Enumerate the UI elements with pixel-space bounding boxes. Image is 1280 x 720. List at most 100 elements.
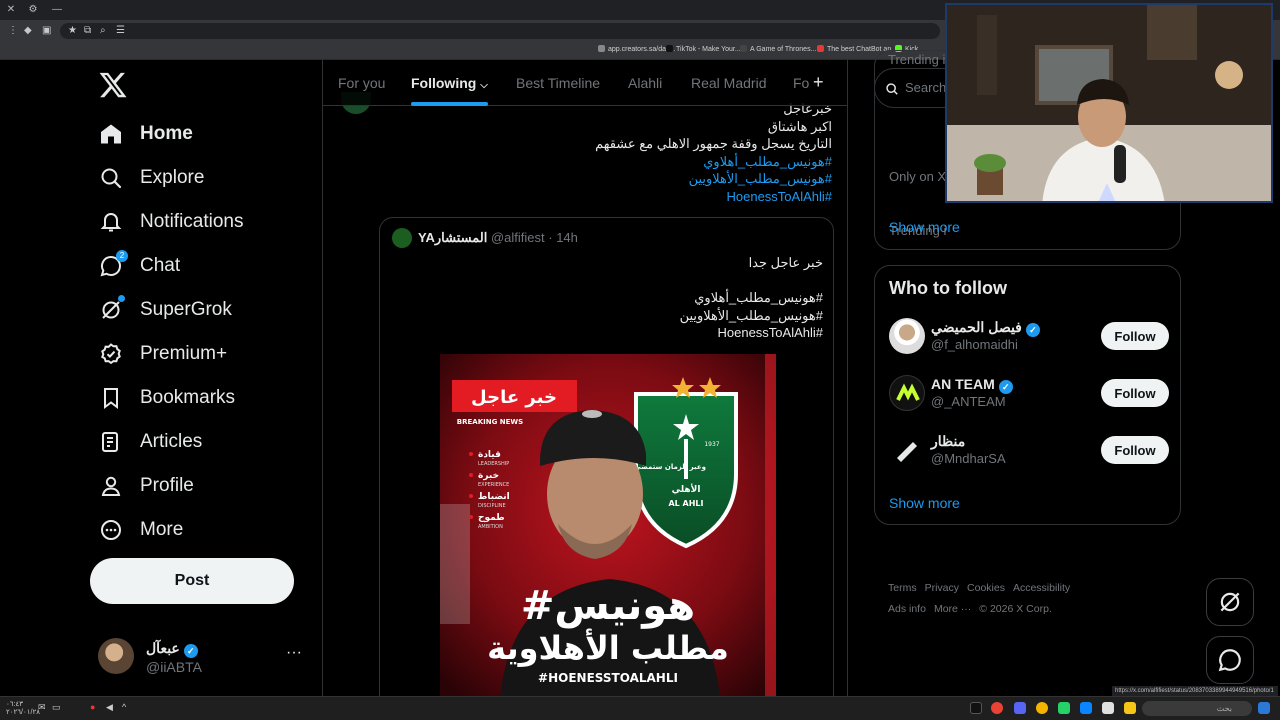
minimize-icon[interactable]: — bbox=[50, 3, 64, 17]
quote-author-handle[interactable]: @alfifiest bbox=[491, 230, 545, 245]
anteam-logo-icon bbox=[896, 383, 920, 401]
app-icon[interactable] bbox=[1080, 702, 1092, 714]
footer-link[interactable]: Ads info bbox=[888, 603, 926, 615]
account-more-icon[interactable]: ··· bbox=[286, 644, 302, 662]
microphone-icon[interactable]: ● bbox=[90, 703, 95, 712]
account-switcher[interactable]: عبعآل ✓ @iiABTA ··· bbox=[98, 638, 310, 678]
hashtag-link[interactable]: #HoenessToAlAhli bbox=[595, 188, 832, 206]
bookmark-label: TikTok - Make Your... bbox=[676, 46, 741, 53]
nav-articles[interactable]: Articles bbox=[98, 426, 202, 458]
x-logo-icon[interactable] bbox=[98, 70, 128, 100]
follow-button[interactable]: Follow bbox=[1101, 436, 1169, 464]
follow-button[interactable]: Follow bbox=[1101, 322, 1169, 350]
chevron-up-icon[interactable]: ^ bbox=[122, 703, 126, 712]
active-tab-indicator bbox=[411, 102, 488, 106]
quality-ar: قيادة bbox=[478, 450, 501, 460]
quote-text: خبر عاجل جدا #هونيس_مطلب_أهلاوي #هونيس_م… bbox=[680, 254, 823, 342]
nav-chat[interactable]: 2 Chat bbox=[98, 250, 180, 282]
file-explorer-icon[interactable] bbox=[1124, 702, 1136, 714]
home-icon bbox=[98, 121, 124, 147]
notification-icon[interactable]: ✉ bbox=[38, 703, 46, 712]
windows-start-icon[interactable] bbox=[1258, 702, 1270, 714]
add-tab-icon[interactable]: + bbox=[813, 72, 824, 93]
tab-alahli[interactable]: Alahli bbox=[628, 60, 662, 106]
suggestion-name: فيصل الحميضي ✓ bbox=[931, 319, 1040, 337]
nav-label: Premium+ bbox=[140, 343, 228, 364]
footer-link[interactable]: Terms bbox=[888, 582, 917, 594]
nav-home[interactable]: Home bbox=[98, 118, 193, 150]
taskbar-search-input[interactable]: بحث bbox=[1142, 701, 1252, 716]
whatsapp-app-icon[interactable] bbox=[1058, 702, 1070, 714]
chat-icon bbox=[1218, 649, 1241, 672]
follow-suggestion[interactable]: فيصل الحميضي ✓ @f_alhomaidhi Follow bbox=[889, 315, 1169, 359]
grok-fab-button[interactable] bbox=[1206, 578, 1254, 626]
quoted-tweet[interactable]: YAالمستشار @alfifiest · 14h خبر عاجل جدا… bbox=[379, 217, 834, 696]
close-window-icon[interactable]: ✕ bbox=[4, 3, 18, 17]
tiktok-app-icon[interactable] bbox=[970, 702, 982, 714]
quality-en: LEADERSHIP bbox=[478, 461, 509, 467]
verified-badge-icon: ✓ bbox=[998, 380, 1013, 394]
menu-icon[interactable]: ⋮ bbox=[8, 24, 18, 38]
poster-hashtag: #HOENESSTOALAHLI bbox=[538, 671, 678, 685]
quote-time[interactable]: · 14h bbox=[548, 230, 578, 245]
footer-link[interactable]: Privacy bbox=[925, 582, 959, 594]
tab-real-madrid[interactable]: Real Madrid bbox=[691, 60, 766, 106]
extension-icon-2[interactable]: ▣ bbox=[42, 24, 51, 38]
nav-profile[interactable]: Profile bbox=[98, 470, 194, 502]
bookmark-icon bbox=[98, 385, 124, 411]
star-icon[interactable]: ★ bbox=[68, 24, 77, 38]
tab-best-timeline[interactable]: Best Timeline bbox=[516, 60, 600, 106]
hashtag-link[interactable]: #هونيس_مطلب_الأهلاويين bbox=[595, 170, 832, 188]
settings-icon[interactable]: ⚙ bbox=[26, 3, 40, 17]
tab-for-you[interactable]: For you bbox=[338, 60, 385, 106]
follow-suggestion[interactable]: AN TEAM ✓ @_ANTEAM Follow bbox=[889, 372, 1169, 416]
clock-time[interactable]: ٠٦:٤٣ bbox=[6, 701, 23, 709]
bookmark-item[interactable]: TikTok - Make Your... bbox=[666, 45, 741, 53]
nav-label: Articles bbox=[140, 431, 203, 452]
avatar bbox=[889, 375, 925, 411]
app-icon[interactable] bbox=[1102, 702, 1114, 714]
nav-premium[interactable]: Premium+ bbox=[98, 338, 227, 370]
nav-bookmarks[interactable]: Bookmarks bbox=[98, 382, 235, 414]
trending-item[interactable]: Trending i bbox=[888, 52, 945, 67]
discord-app-icon[interactable] bbox=[1014, 702, 1026, 714]
show-more-link[interactable]: Show more bbox=[889, 495, 960, 511]
bookmark-item[interactable]: app.creators.sa/das... bbox=[598, 45, 675, 53]
grok-icon bbox=[98, 295, 125, 323]
bookmark-item[interactable]: A Game of Thrones... bbox=[740, 45, 816, 53]
follow-button[interactable]: Follow bbox=[1101, 379, 1169, 407]
clock-date[interactable]: ٢٠٢٦/٠١/٢٨ bbox=[6, 709, 40, 717]
volume-icon[interactable]: ◀ bbox=[106, 703, 113, 712]
quote-author-name[interactable]: YAالمستشار bbox=[418, 230, 487, 245]
browser-app-icon[interactable] bbox=[1036, 702, 1048, 714]
tab-overflow[interactable]: Fo bbox=[793, 60, 809, 106]
suggestion-handle: @MndharSA bbox=[931, 451, 1006, 466]
follow-suggestion[interactable]: منظار @MndharSA Follow bbox=[889, 429, 1169, 473]
person-icon bbox=[98, 473, 124, 499]
display-icon[interactable]: ▭ bbox=[52, 703, 61, 712]
nav-notifications[interactable]: Notifications bbox=[98, 206, 244, 238]
reader-icon[interactable]: ☰ bbox=[116, 24, 125, 38]
webcam-feed bbox=[947, 5, 1271, 201]
nav-more[interactable]: More bbox=[98, 514, 183, 546]
only-on-x-label: Only on X bbox=[889, 169, 947, 184]
messages-fab-button[interactable] bbox=[1206, 636, 1254, 684]
chrome-app-icon[interactable] bbox=[991, 702, 1003, 714]
extension-icon[interactable]: ◆ bbox=[24, 24, 32, 38]
hashtag-link[interactable]: #هونيس_مطلب_أهلاوي bbox=[595, 153, 832, 171]
nav-explore[interactable]: Explore bbox=[98, 162, 204, 194]
show-more-link[interactable]: Show more bbox=[889, 219, 960, 235]
quality-en: DISCIPLINE bbox=[478, 503, 506, 509]
crest-club-en: AL AHLI bbox=[668, 499, 703, 508]
tab-following[interactable]: Following ⌵ bbox=[411, 60, 488, 106]
zoom-icon[interactable]: ⌕ bbox=[100, 24, 106, 38]
quote-line: #HoenessToAlAhli bbox=[717, 325, 823, 340]
share-icon[interactable]: ⧉ bbox=[84, 24, 91, 38]
footer-link[interactable]: Cookies bbox=[967, 582, 1005, 594]
tweet-image[interactable]: الأهلي AL AHLI 1937 وعبر الزمان ستمضي خب… bbox=[440, 354, 776, 696]
post-button[interactable]: Post bbox=[90, 558, 294, 604]
footer-link[interactable]: Accessibility bbox=[1013, 582, 1070, 594]
footer-link[interactable]: More ··· bbox=[934, 603, 971, 615]
url-field[interactable] bbox=[60, 23, 940, 39]
nav-supergrok[interactable]: SuperGrok bbox=[98, 294, 232, 326]
